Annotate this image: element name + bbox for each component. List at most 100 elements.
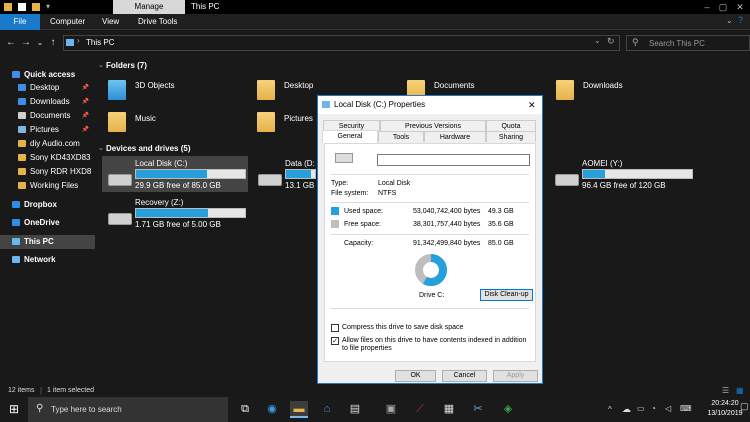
app-icon[interactable]: ▤ <box>346 401 364 418</box>
folders-group-heading[interactable]: Folders (7) <box>106 61 147 70</box>
show-hidden-icons-icon[interactable]: ^ <box>608 405 612 414</box>
3d-objects-icon <box>108 80 126 100</box>
sidebar-item-onedrive[interactable]: OneDrive <box>0 216 95 230</box>
folder-name: Music <box>135 114 156 123</box>
index-checkbox[interactable]: ✓ <box>331 337 339 345</box>
tab-computer[interactable]: Computer <box>50 14 85 30</box>
folder-downloads[interactable]: Downloads <box>556 78 696 104</box>
tab-view[interactable]: View <box>102 14 119 30</box>
drive-usage-fill <box>583 170 605 178</box>
address-bar[interactable] <box>63 35 620 51</box>
app-icon[interactable]: ⟋ <box>411 401 429 418</box>
drive-tile-y[interactable]: AOMEI (Y:) 96.4 GB free of 120 GB <box>550 156 700 192</box>
manage-tab[interactable]: Manage <box>113 0 185 14</box>
general-tab-panel: Type: Local Disk File system: NTFS Used … <box>324 143 536 362</box>
pin-icon[interactable]: 📌 <box>82 95 89 109</box>
folder-name: Documents <box>434 81 475 90</box>
sidebar-item-working-files[interactable]: Working Files <box>0 179 95 193</box>
bank-app-icon[interactable]: ⌂ <box>318 401 336 418</box>
details-view-icon[interactable]: ☰ <box>722 386 729 395</box>
battery-icon[interactable]: ▭ <box>637 404 645 413</box>
documents-icon <box>18 112 26 120</box>
index-label: Allow files on this drive to have conten… <box>342 337 527 352</box>
sidebar-item-documents[interactable]: Documents 📌 <box>0 109 95 123</box>
cancel-button[interactable]: Cancel <box>442 370 487 382</box>
onedrive-tray-icon[interactable]: ☁ <box>622 404 631 415</box>
notifications-icon[interactable]: ▢ <box>740 401 749 415</box>
calculator-icon[interactable]: ▦ <box>440 401 458 418</box>
tab-tools[interactable]: Tools <box>378 131 424 142</box>
pin-icon[interactable]: 📌 <box>82 81 89 95</box>
app-icon[interactable]: ▣ <box>382 401 400 418</box>
help-icon[interactable]: ? <box>738 15 743 25</box>
drive-label-input[interactable] <box>377 154 530 166</box>
sidebar-item-label: Documents <box>30 111 71 120</box>
properties-quick-icon[interactable] <box>18 3 26 11</box>
expand-ribbon-icon[interactable]: ⌄ <box>726 16 733 25</box>
address-dropdown-icon[interactable]: ⌄ <box>594 36 601 45</box>
folder-music[interactable]: Music <box>108 110 248 136</box>
chevron-down-icon[interactable]: ▾ <box>46 2 50 11</box>
sidebar-item-quick-access[interactable]: Quick access <box>0 68 95 82</box>
drive-name: Local Disk (C:) <box>135 159 188 168</box>
app-icon[interactable]: ◉ <box>263 401 281 418</box>
drive-free-text: 1.71 GB free of 5.00 GB <box>135 220 221 229</box>
file-explorer-taskbar-icon[interactable]: ▬ <box>290 401 308 418</box>
tab-previous-versions[interactable]: Previous Versions <box>380 120 486 131</box>
sidebar-item-sony-rdr-hxd8[interactable]: Sony RDR HXD8 <box>0 165 95 179</box>
tab-drive-tools[interactable]: Drive Tools <box>138 14 177 30</box>
minimize-icon[interactable]: ‒ <box>700 1 714 13</box>
sidebar-item-network[interactable]: Network <box>0 253 95 267</box>
drive-tile-d[interactable]: Data (D: 13.1 GB <box>252 156 316 192</box>
collapse-folders-icon[interactable]: ⌄ <box>98 61 104 69</box>
snipping-tool-icon[interactable]: ✂ <box>469 401 487 418</box>
folder-pictures[interactable]: Pictures <box>257 110 317 136</box>
tab-general[interactable]: General <box>322 130 378 143</box>
recent-chevron-icon[interactable]: ⌄ <box>34 37 46 49</box>
app-icon[interactable]: ◈ <box>499 401 517 418</box>
drive-tile-c[interactable]: Local Disk (C:) 29.9 GB free of 85.0 GB <box>102 156 248 192</box>
sidebar-item-sony-kd43xd83[interactable]: Sony KD43XD83 <box>0 151 95 165</box>
sidebar-item-this-pc[interactable]: This PC <box>0 235 95 249</box>
folder-3d-objects[interactable]: 3D Objects <box>108 78 248 104</box>
tab-quota[interactable]: Quota <box>486 120 536 131</box>
dialog-close-icon[interactable]: ✕ <box>528 96 536 114</box>
status-bar: 12 items | 1 item selected ☰ ▦ <box>0 385 750 397</box>
forward-icon[interactable]: → <box>20 37 32 49</box>
maximize-icon[interactable]: ▢ <box>716 1 730 13</box>
sidebar-item-downloads[interactable]: Downloads 📌 <box>0 95 95 109</box>
wifi-icon[interactable]: ◔ <box>651 404 656 413</box>
folder-icon <box>18 168 26 176</box>
free-space-swatch <box>331 220 339 228</box>
drives-group-heading[interactable]: Devices and drives (5) <box>106 144 190 153</box>
tab-hardware[interactable]: Hardware <box>424 131 486 142</box>
sidebar-item-desktop[interactable]: Desktop 📌 <box>0 81 95 95</box>
back-icon[interactable]: ← <box>5 37 17 49</box>
drive-free-text: 13.1 GB <box>285 181 315 190</box>
compress-checkbox[interactable] <box>331 324 339 332</box>
language-icon[interactable]: ⌨ <box>680 404 692 413</box>
tab-sharing[interactable]: Sharing <box>486 131 536 142</box>
volume-icon[interactable]: ◁ <box>665 404 671 413</box>
apply-button[interactable]: Apply <box>493 370 538 382</box>
sidebar-item-pictures[interactable]: Pictures 📌 <box>0 123 95 137</box>
tab-file[interactable]: File <box>0 14 40 30</box>
windows-start-icon[interactable]: ⊞ <box>0 397 28 422</box>
up-icon[interactable]: ↑ <box>47 37 59 49</box>
refresh-icon[interactable]: ↻ <box>607 36 615 47</box>
close-icon[interactable]: ✕ <box>733 1 747 13</box>
pin-icon[interactable]: 📌 <box>82 123 89 137</box>
chevron-right-icon[interactable]: › <box>77 36 80 45</box>
task-view-icon[interactable]: ⧉ <box>236 401 254 418</box>
taskbar-search-box[interactable]: ⚲ Type here to search <box>28 397 228 422</box>
music-folder-icon <box>108 112 126 132</box>
sidebar-item-diy-audio-com[interactable]: diy Audio.com <box>0 137 95 151</box>
ok-button[interactable]: OK <box>395 370 436 382</box>
pin-icon[interactable]: 📌 <box>82 109 89 123</box>
disk-cleanup-button[interactable]: Disk Clean-up <box>480 289 533 301</box>
collapse-drives-icon[interactable]: ⌄ <box>98 144 104 152</box>
tiles-view-icon[interactable]: ▦ <box>736 386 744 395</box>
sidebar-item-dropbox[interactable]: Dropbox <box>0 198 95 212</box>
new-folder-quick-icon[interactable] <box>32 3 40 11</box>
drive-tile-z[interactable]: Recovery (Z:) 1.71 GB free of 5.00 GB <box>102 195 248 231</box>
